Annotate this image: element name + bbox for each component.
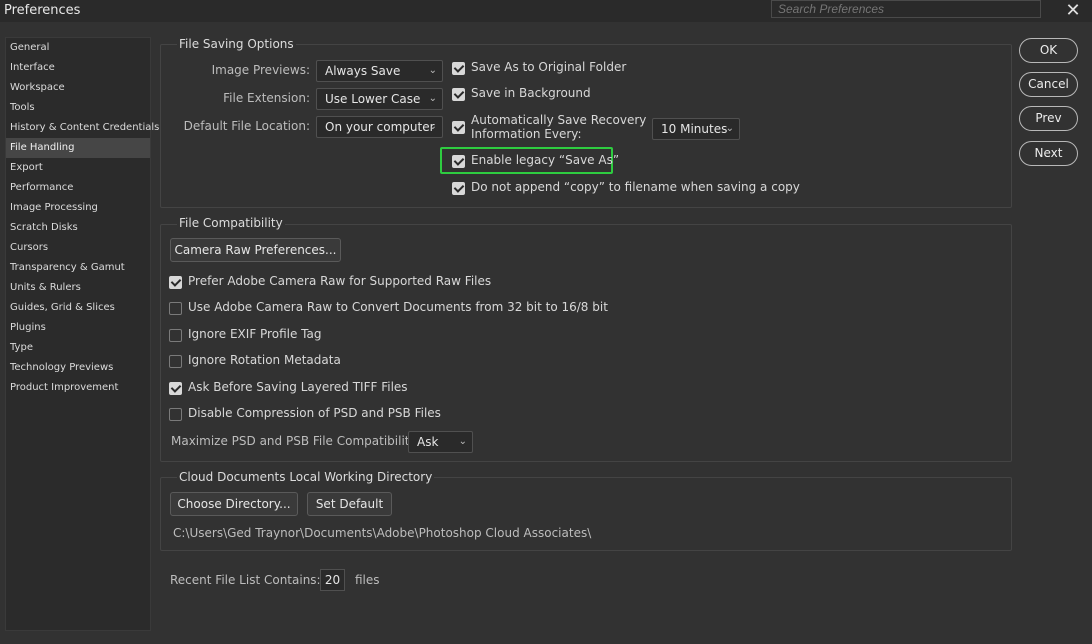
set-default-button[interactable]: Set Default (307, 492, 392, 516)
compat-option-checkbox[interactable] (169, 355, 182, 368)
sidebar-item-interface[interactable]: Interface (6, 58, 150, 78)
compat-option-label: Ask Before Saving Layered TIFF Files (188, 380, 408, 394)
sidebar-item-history-content-credentials[interactable]: History & Content Credentials (6, 118, 159, 138)
window-title: Preferences (4, 3, 81, 18)
compat-option-label: Prefer Adobe Camera Raw for Supported Ra… (188, 274, 492, 288)
maximize-compat-label: Maximize PSD and PSB File Compatibility: (171, 434, 420, 448)
compat-option-label: Disable Compression of PSD and PSB Files (188, 406, 441, 420)
ok-button[interactable]: OK (1019, 38, 1078, 63)
no-copy-label: Do not append “copy” to filename when sa… (471, 180, 800, 194)
save-as-original-checkbox[interactable] (452, 62, 465, 75)
file-saving-options-legend: File Saving Options (177, 37, 296, 51)
recent-files-input[interactable]: 20 (320, 569, 345, 591)
prev-button[interactable]: Prev (1019, 106, 1078, 131)
file-compatibility-legend: File Compatibility (177, 216, 285, 230)
sidebar-item-performance[interactable]: Performance (6, 178, 150, 198)
search-input[interactable] (771, 0, 1041, 18)
compat-option-label: Ignore Rotation Metadata (188, 353, 341, 367)
next-button[interactable]: Next (1019, 141, 1078, 166)
choose-directory-button[interactable]: Choose Directory... (170, 492, 298, 516)
compat-option-checkbox[interactable] (169, 408, 182, 421)
title-bar: Preferences ✕ (0, 0, 1092, 22)
sidebar: General Interface Workspace Tools History & … (5, 37, 159, 631)
compat-option-label: Use Adobe Camera Raw to Convert Document… (188, 300, 608, 314)
chevron-down-icon: ⌄ (428, 121, 437, 132)
sidebar-item-cursors[interactable]: Cursors (6, 238, 150, 258)
camera-raw-preferences-button[interactable]: Camera Raw Preferences... (170, 238, 341, 262)
sidebar-item-technology-previews[interactable]: Technology Previews (6, 358, 150, 378)
compat-option-checkbox[interactable] (169, 276, 182, 289)
image-previews-label: Image Previews: (211, 63, 310, 77)
compat-option-checkbox[interactable] (169, 302, 182, 315)
sidebar-item-general[interactable]: General (6, 38, 150, 58)
sidebar-item-scratch-disks[interactable]: Scratch Disks (6, 218, 150, 238)
chevron-down-icon: ⌄ (428, 65, 437, 76)
chevron-down-icon: ⌄ (725, 123, 734, 134)
sidebar-item-type[interactable]: Type (6, 338, 150, 358)
auto-save-label-line2: Information Every: (471, 127, 582, 141)
chevron-down-icon: ⌄ (428, 93, 437, 104)
compat-option-label: Ignore EXIF Profile Tag (188, 327, 322, 341)
cancel-button[interactable]: Cancel (1019, 72, 1078, 97)
sidebar-item-units-rulers[interactable]: Units & Rulers (6, 278, 150, 298)
auto-save-interval-value: 10 Minutes (661, 122, 728, 136)
file-extension-value: Use Lower Case (325, 92, 421, 106)
cloud-directory-path: C:\Users\Ged Traynor\Documents\Adobe\Pho… (173, 526, 592, 540)
save-background-label: Save in Background (471, 86, 591, 100)
default-location-label: Default File Location: (183, 119, 310, 133)
sidebar-item-tools[interactable]: Tools (6, 98, 150, 118)
sidebar-item-plugins[interactable]: Plugins (6, 318, 150, 338)
compat-option-checkbox[interactable] (169, 382, 182, 395)
auto-save-checkbox[interactable] (452, 121, 465, 134)
auto-save-label-line1: Automatically Save Recovery (471, 113, 647, 127)
sidebar-item-export[interactable]: Export (6, 158, 150, 178)
sidebar-item-product-improvement[interactable]: Product Improvement (6, 378, 150, 398)
compat-option-checkbox[interactable] (169, 329, 182, 342)
save-as-original-label: Save As to Original Folder (471, 60, 627, 74)
legacy-save-as-checkbox[interactable] (452, 155, 465, 168)
file-extension-label: File Extension: (223, 91, 310, 105)
sidebar-item-file-handling[interactable]: File Handling (6, 138, 150, 158)
image-previews-dropdown[interactable]: Always Save ⌄ (316, 60, 443, 82)
file-extension-dropdown[interactable]: Use Lower Case ⌄ (316, 88, 443, 110)
chevron-down-icon: ⌄ (458, 436, 467, 447)
default-location-value: On your computer (325, 120, 435, 134)
maximize-compat-value: Ask (417, 435, 439, 449)
cloud-documents-legend: Cloud Documents Local Working Directory (177, 470, 435, 484)
default-location-dropdown[interactable]: On your computer ⌄ (316, 116, 443, 138)
recent-files-suffix: files (355, 573, 380, 587)
recent-files-label: Recent File List Contains: (170, 573, 321, 587)
no-copy-checkbox[interactable] (452, 182, 465, 195)
sidebar-item-workspace[interactable]: Workspace (6, 78, 150, 98)
auto-save-interval-dropdown[interactable]: 10 Minutes ⌄ (652, 118, 740, 140)
sidebar-item-image-processing[interactable]: Image Processing (6, 198, 150, 218)
maximize-compat-dropdown[interactable]: Ask ⌄ (408, 431, 473, 453)
sidebar-item-guides-grid-slices[interactable]: Guides, Grid & Slices (6, 298, 150, 318)
legacy-save-as-label: Enable legacy “Save As” (471, 153, 620, 167)
close-icon[interactable]: ✕ (1062, 0, 1084, 22)
save-background-checkbox[interactable] (452, 88, 465, 101)
sidebar-item-transparency-gamut[interactable]: Transparency & Gamut (6, 258, 150, 278)
image-previews-value: Always Save (325, 64, 401, 78)
